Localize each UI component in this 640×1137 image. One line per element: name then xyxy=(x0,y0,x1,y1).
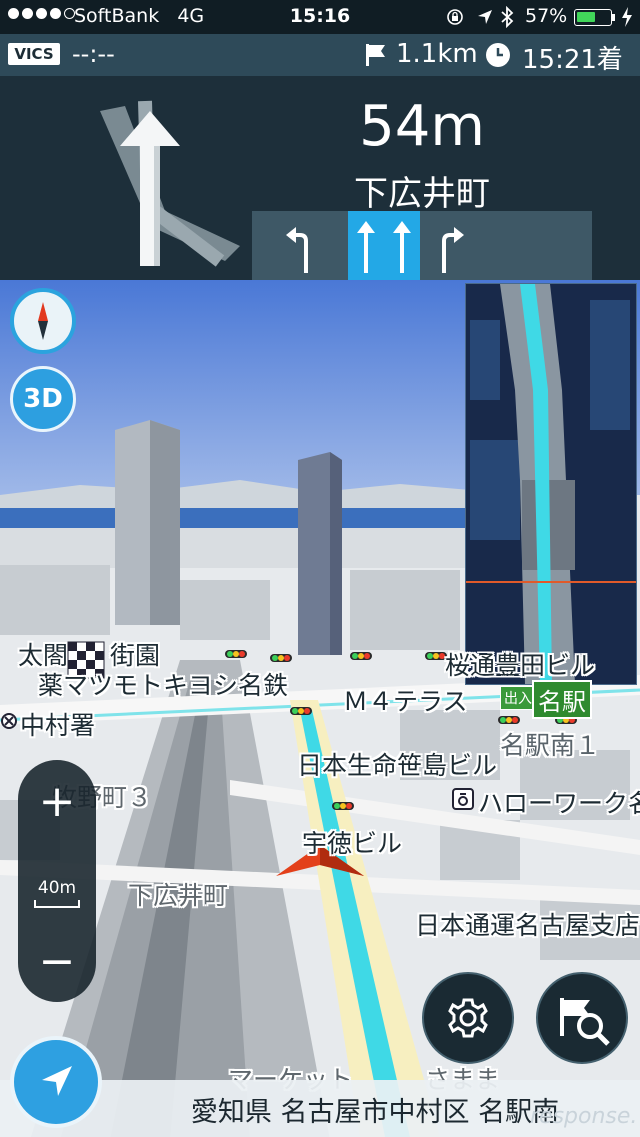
lane-right-arrow-icon xyxy=(442,226,464,273)
map-label: Ｍ４テラス xyxy=(343,687,468,716)
lane-left xyxy=(252,211,348,280)
lane-right xyxy=(420,211,592,280)
gear-icon xyxy=(448,998,488,1038)
next-intersection-name: 下広井町 xyxy=(354,174,490,214)
destination-search-button[interactable] xyxy=(536,972,628,1064)
status-bar: SoftBank 4G 15:16 57% xyxy=(0,0,640,34)
lane-left-arrow-icon xyxy=(286,226,308,273)
map-label: 中村署 xyxy=(20,711,96,740)
lane-straight-2 xyxy=(384,211,420,280)
battery-icon xyxy=(574,9,612,26)
map-label: 名駅南１ xyxy=(500,731,601,760)
battery-nub xyxy=(612,14,615,21)
current-location-button[interactable] xyxy=(10,1036,102,1128)
arrival-time: 15:21着 xyxy=(522,45,623,75)
navigation-arrow-icon xyxy=(42,1066,72,1096)
map-scale-bar xyxy=(34,900,80,908)
location-arrow-icon xyxy=(478,10,492,24)
station-badge: 名駅 xyxy=(532,680,592,719)
lane-straight-arrow-icon xyxy=(357,220,375,273)
settings-button[interactable] xyxy=(422,972,514,1064)
next-turn-distance: 54m xyxy=(359,94,485,159)
charging-bolt-icon xyxy=(622,7,632,27)
map-label: 日本通運名古屋支店 xyxy=(415,911,640,940)
zoom-out-button[interactable]: − xyxy=(18,932,96,992)
lane-guidance xyxy=(252,211,592,280)
compass-button[interactable] xyxy=(10,288,76,354)
map-label: 下広井町 xyxy=(128,881,229,910)
map-label: 日本生命笹島ビル xyxy=(297,751,498,780)
destination-flag-icon xyxy=(366,44,385,66)
map-scale-label: 40m xyxy=(37,878,77,898)
lane-straight-1 xyxy=(348,211,384,280)
battery-percent: 57% xyxy=(525,5,568,27)
vics-update-time: --:-- xyxy=(72,40,115,68)
entrance-exit-badge: 出入 xyxy=(500,686,536,710)
bluetooth-icon xyxy=(501,6,514,28)
watermark: response. xyxy=(530,1104,638,1129)
clock-icon xyxy=(486,43,510,67)
orientation-lock-icon xyxy=(447,9,463,25)
map-label: 桜通豊田ビル xyxy=(445,651,596,680)
public-office-icon xyxy=(452,788,474,810)
route-info-bar: VICS --:-- 1.1km 15:21着 xyxy=(0,34,640,76)
vics-badge[interactable]: VICS xyxy=(8,43,60,65)
turn-guidance-panel: 54m 下広井町 xyxy=(0,76,640,280)
police-station-icon xyxy=(1,713,17,729)
lane-straight-arrow-icon xyxy=(393,220,411,273)
zoom-in-button[interactable]: + xyxy=(18,772,96,832)
map-label: ハローワーク名 xyxy=(478,789,640,818)
compass-icon xyxy=(38,302,48,340)
view-mode-3d-button[interactable]: 3D xyxy=(10,366,76,432)
map-label: 宇徳ビル xyxy=(302,829,403,858)
flag-search-icon xyxy=(560,998,610,1046)
remaining-distance: 1.1km xyxy=(396,39,478,69)
map-label: 薬マツモトキヨシ名鉄 xyxy=(38,671,289,700)
junction-guide-arrow-icon xyxy=(100,100,240,267)
